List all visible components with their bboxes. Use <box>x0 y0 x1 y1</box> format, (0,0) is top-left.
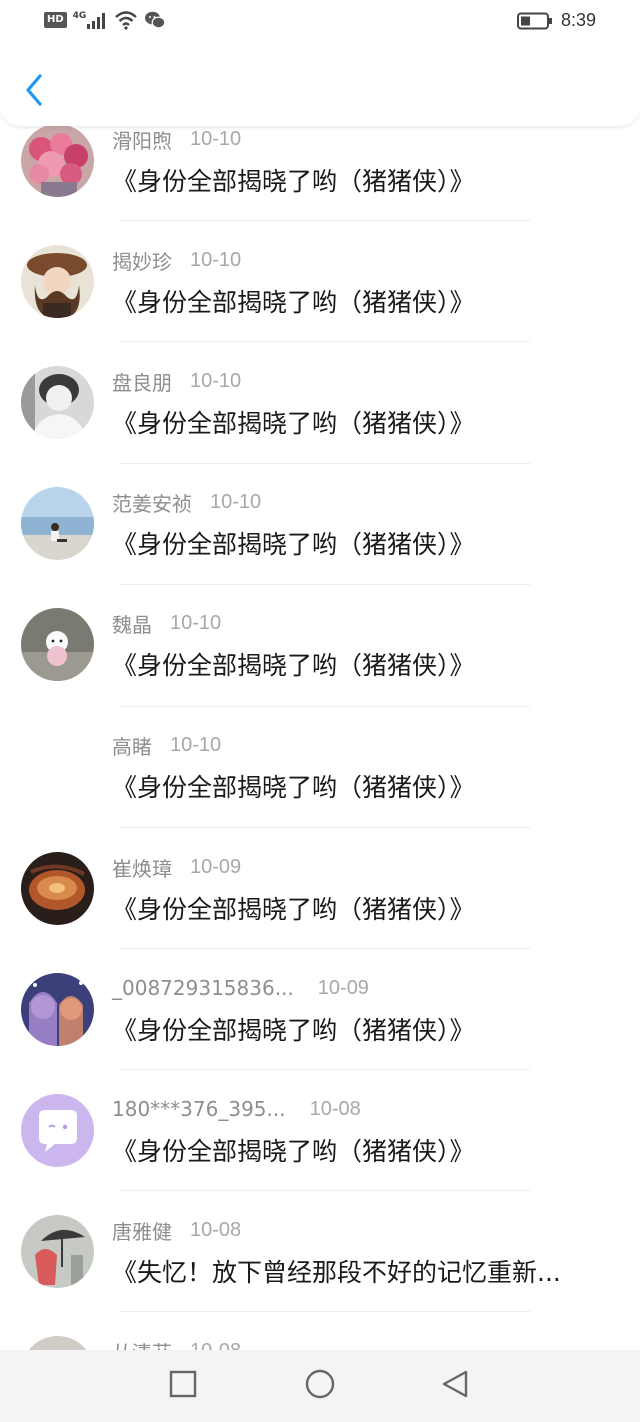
bread-avatar[interactable] <box>21 852 94 925</box>
divider <box>120 1190 530 1191</box>
divider <box>120 584 530 585</box>
status-left: HD 4G <box>44 10 166 30</box>
flowers-avatar[interactable] <box>21 124 94 197</box>
header-bar <box>0 44 640 126</box>
user-name[interactable]: 高睹 <box>112 731 152 760</box>
user-name[interactable]: 魏晶 <box>112 609 152 638</box>
item-title[interactable]: 《身份全部揭晓了哟（猪猪侠）》 <box>112 525 475 561</box>
item-meta: 魏晶 10-10 <box>112 608 221 638</box>
item-title[interactable]: 《身份全部揭晓了哟（猪猪侠）》 <box>112 768 475 804</box>
comment-list: 滑阳煦 10-10 《身份全部揭晓了哟（猪猪侠）》 揭妙珍 10-10 《身份全… <box>0 120 640 1350</box>
wechat-icon <box>145 11 166 29</box>
hd-badge: HD <box>44 12 67 28</box>
umbrella-avatar[interactable] <box>21 1215 94 1288</box>
item-meta: _008729315836... 10-09 <box>112 973 369 1003</box>
user-name[interactable]: 盘良朋 <box>112 367 172 396</box>
puppy-avatar[interactable] <box>21 608 94 681</box>
user-name[interactable]: 180***376_395... <box>112 1097 286 1121</box>
user-name[interactable]: 崔焕璋 <box>112 853 172 882</box>
post-date: 10-10 <box>170 611 222 634</box>
divider <box>120 341 530 342</box>
item-title[interactable]: 《身份全部揭晓了哟（猪猪侠）》 <box>112 890 475 926</box>
divider <box>120 706 530 707</box>
post-date: 10-08 <box>190 1340 241 1351</box>
user-name[interactable]: 范姜安祯 <box>112 488 192 517</box>
item-title[interactable]: 《身份全部揭晓了哟（猪猪侠）》 <box>112 646 475 682</box>
back-triangle-icon[interactable] <box>436 1364 476 1404</box>
list-item[interactable]: 从清芬 10-08 <box>0 1336 640 1350</box>
item-meta: 180***376_395... 10-08 <box>112 1094 361 1124</box>
divider <box>120 827 530 828</box>
post-date: 10-10 <box>170 733 222 756</box>
chat-bubble-avatar[interactable] <box>21 1094 94 1167</box>
network-label: 4G <box>72 11 87 21</box>
item-title[interactable]: 《身份全部揭晓了哟（猪猪侠）》 <box>112 162 475 198</box>
recent-apps-icon[interactable] <box>163 1364 203 1404</box>
item-title[interactable]: 《身份全部揭晓了哟（猪猪侠）》 <box>112 404 475 440</box>
bw-portrait-avatar[interactable] <box>21 366 94 439</box>
post-date: 10-09 <box>190 855 242 878</box>
user-name[interactable]: 从清芬 <box>112 1337 172 1351</box>
item-meta: 高睹 10-10 <box>112 730 221 760</box>
post-date: 10-08 <box>309 1097 361 1120</box>
post-date: 10-10 <box>190 369 242 392</box>
chevron-left-icon[interactable] <box>18 70 50 110</box>
divider <box>120 1069 530 1070</box>
item-meta: 崔焕璋 10-09 <box>112 852 241 882</box>
divider <box>120 463 530 464</box>
item-meta: 盘良朋 10-10 <box>112 366 241 396</box>
item-meta: 唐雅健 10-08 <box>112 1215 241 1245</box>
divider <box>120 1311 530 1312</box>
partial-avatar[interactable] <box>21 1336 94 1350</box>
user-name[interactable]: _008729315836... <box>112 976 294 1000</box>
item-title[interactable]: 《身份全部揭晓了哟（猪猪侠）》 <box>112 283 475 319</box>
status-right: 8:39 <box>516 10 596 31</box>
list-item[interactable]: 高睹 10-10 《身份全部揭晓了哟（猪猪侠）》 <box>0 730 640 851</box>
home-icon[interactable] <box>300 1364 340 1404</box>
post-date: 10-10 <box>190 127 242 150</box>
list-item[interactable]: 180***376_395... 10-08 《身份全部揭晓了哟（猪猪侠）》 <box>0 1094 640 1215</box>
list-item[interactable]: 滑阳煦 10-10 《身份全部揭晓了哟（猪猪侠）》 <box>0 124 640 245</box>
list-item[interactable]: 唐雅健 10-08 《失忆！放下曾经那段不好的记忆重新... <box>0 1215 640 1336</box>
anime-avatar[interactable] <box>21 973 94 1046</box>
divider <box>120 948 530 949</box>
system-nav-bar <box>0 1350 640 1422</box>
user-name[interactable]: 揭妙珍 <box>112 246 172 275</box>
wifi-icon <box>115 11 138 30</box>
item-meta: 从清芬 10-08 <box>112 1336 241 1351</box>
list-item[interactable]: 崔焕璋 10-09 《身份全部揭晓了哟（猪猪侠）》 <box>0 852 640 973</box>
post-date: 10-08 <box>190 1218 242 1241</box>
battery-icon <box>516 12 552 29</box>
girl-hat-avatar[interactable] <box>21 245 94 318</box>
item-title[interactable]: 《身份全部揭晓了哟（猪猪侠）》 <box>112 1011 475 1047</box>
seaside-avatar[interactable] <box>21 487 94 560</box>
list-item[interactable]: 范姜安祯 10-10 《身份全部揭晓了哟（猪猪侠）》 <box>0 487 640 608</box>
post-date: 10-09 <box>317 976 369 999</box>
divider <box>120 220 530 221</box>
list-item[interactable]: 魏晶 10-10 《身份全部揭晓了哟（猪猪侠）》 <box>0 608 640 729</box>
list-item[interactable]: _008729315836... 10-09 《身份全部揭晓了哟（猪猪侠）》 <box>0 973 640 1094</box>
list-item[interactable]: 揭妙珍 10-10 《身份全部揭晓了哟（猪猪侠）》 <box>0 245 640 366</box>
user-name[interactable]: 滑阳煦 <box>112 125 172 154</box>
clock-time: 8:39 <box>560 10 596 30</box>
status-bar: HD 4G 8:39 <box>0 0 640 44</box>
item-meta: 范姜安祯 10-10 <box>112 487 261 517</box>
list-item[interactable]: 盘良朋 10-10 《身份全部揭晓了哟（猪猪侠）》 <box>0 366 640 487</box>
signal-icon <box>87 13 106 29</box>
item-meta: 滑阳煦 10-10 <box>112 124 241 154</box>
post-date: 10-10 <box>190 248 242 271</box>
item-title[interactable]: 《失忆！放下曾经那段不好的记忆重新... <box>112 1253 561 1289</box>
user-name[interactable]: 唐雅健 <box>112 1216 172 1245</box>
item-title[interactable]: 《身份全部揭晓了哟（猪猪侠）》 <box>112 1132 475 1168</box>
post-date: 10-10 <box>210 490 262 513</box>
item-meta: 揭妙珍 10-10 <box>112 245 241 275</box>
